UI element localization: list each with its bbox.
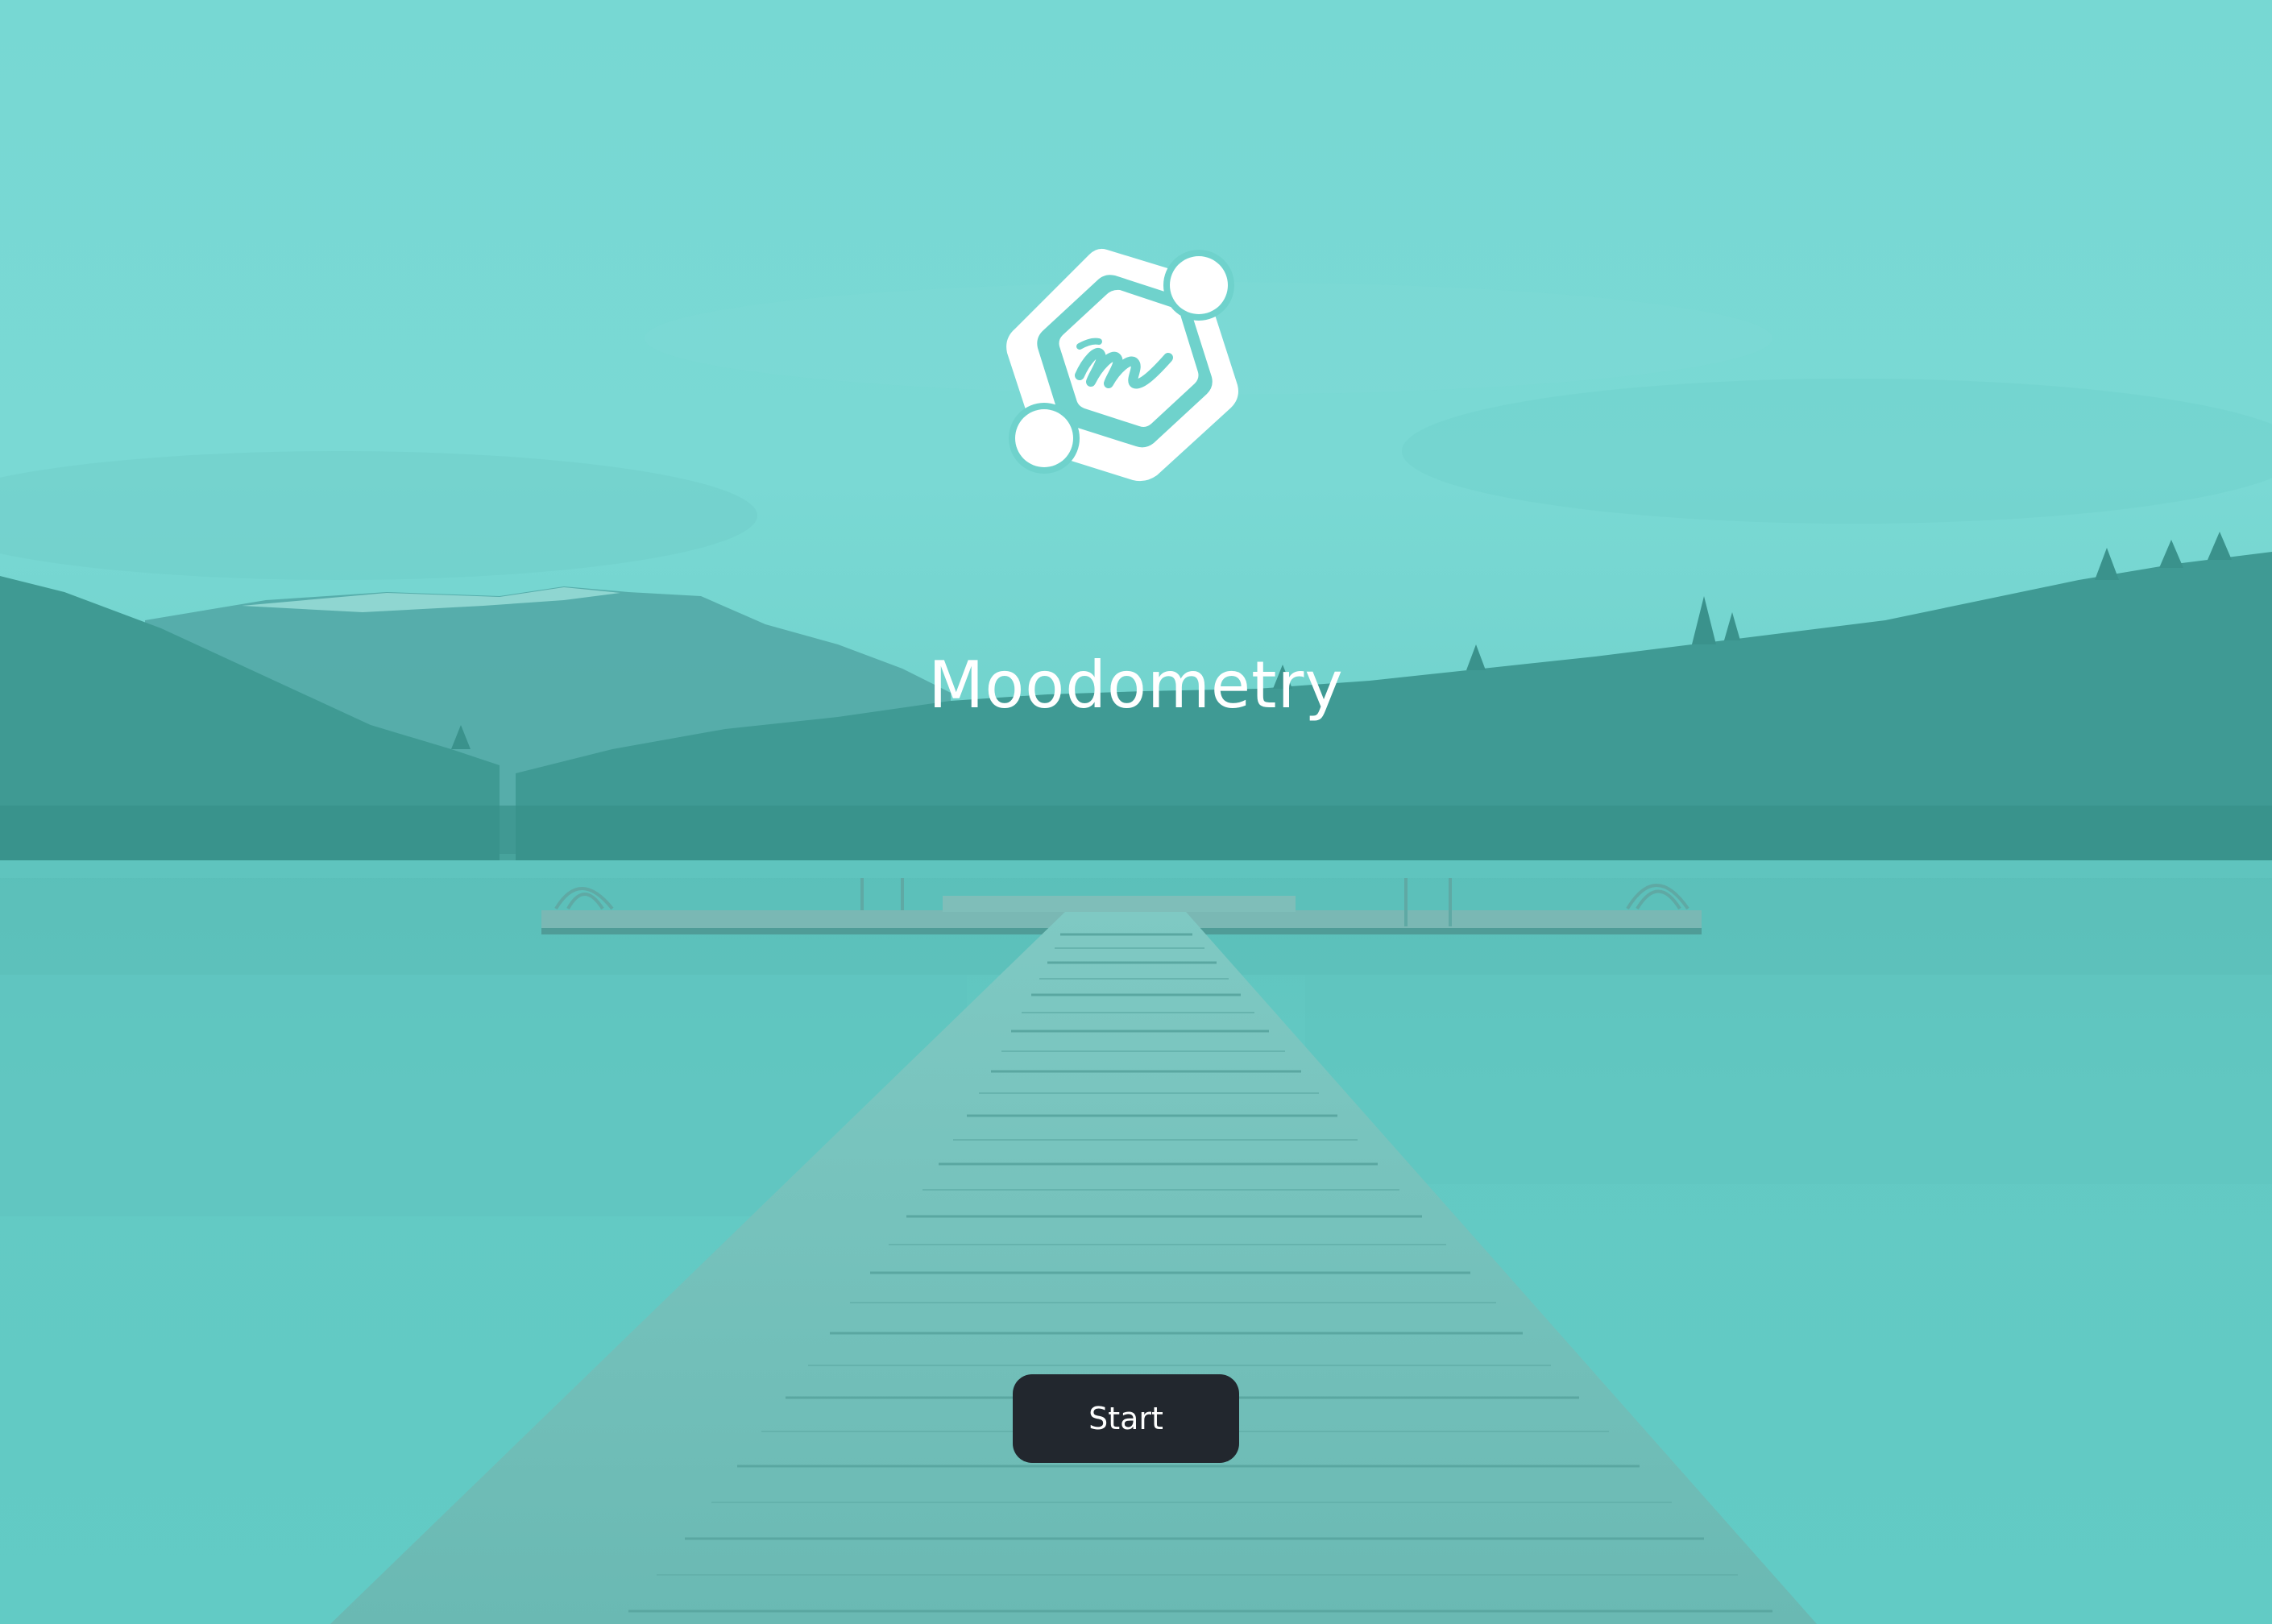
- start-button[interactable]: Start: [1013, 1374, 1239, 1463]
- moodometry-logo-icon: [1002, 240, 1254, 491]
- app-title: Moodometry: [928, 648, 1344, 723]
- welcome-screen: Moodometry Start: [0, 0, 2272, 1624]
